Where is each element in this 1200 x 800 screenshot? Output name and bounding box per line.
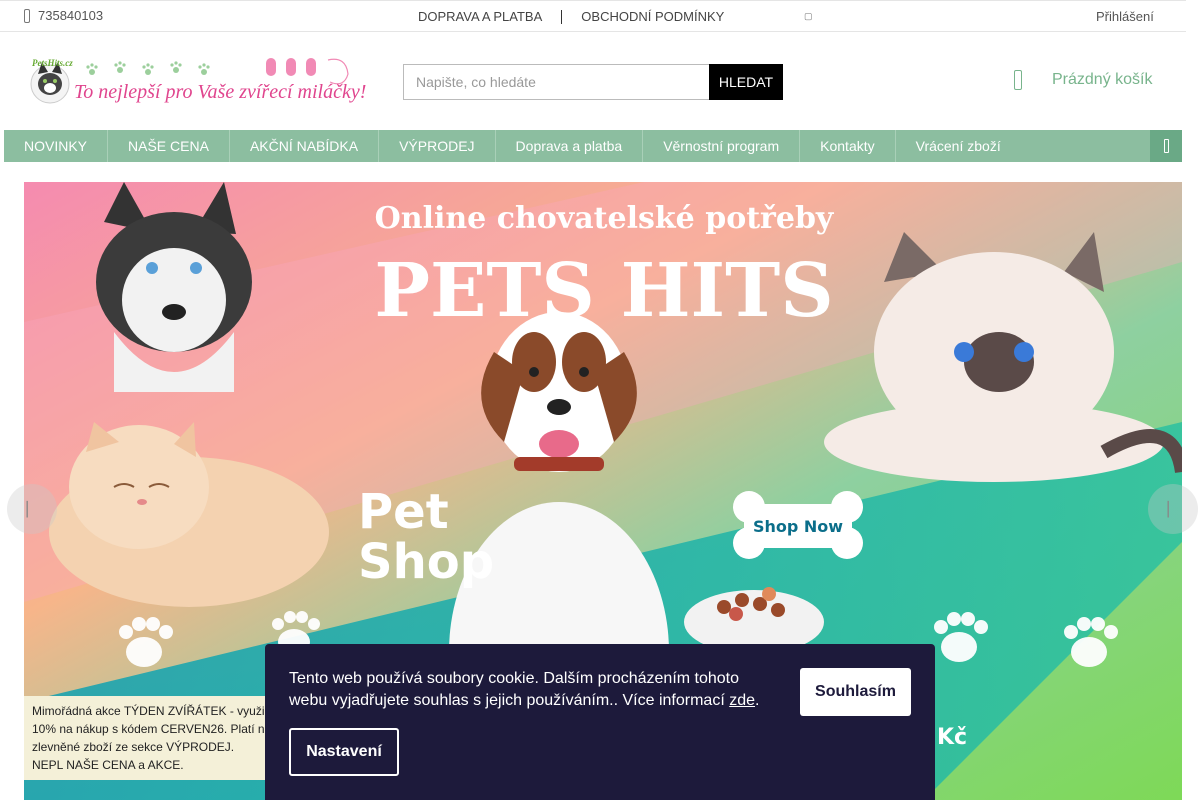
search-input[interactable] — [403, 64, 709, 100]
cookie-agree-button[interactable]: Souhlasím — [800, 668, 911, 716]
site-logo[interactable]: PetsHits.cz To nejlepší pro Vaše zvířecí… — [28, 50, 374, 112]
cart-label: Prázdný košík — [1052, 71, 1153, 88]
cookie-more-link[interactable]: zde — [729, 692, 755, 709]
cookie-settings-button[interactable]: Nastavení — [289, 728, 399, 776]
search-form: HLEDAT — [403, 64, 783, 100]
main-nav: NOVINKY NAŠE CENA AKČNÍ NABÍDKA VÝPRODEJ… — [4, 130, 1182, 162]
nav-item-nase-cena[interactable]: NAŠE CENA — [108, 130, 230, 162]
divider — [561, 9, 563, 24]
chevron-left-icon: ▏ — [26, 500, 38, 517]
top-link-shipping[interactable]: DOPRAVA A PLATBA — [418, 9, 542, 24]
slider-next-button[interactable]: ▏ — [1148, 484, 1198, 534]
phone-icon — [24, 8, 30, 23]
cookie-text: Tento web používá soubory cookie. Dalším… — [289, 668, 769, 712]
banner-pet-line2: Shop — [358, 534, 494, 590]
menu-icon — [1163, 139, 1169, 153]
banner-shop-now-label: Shop Now — [753, 517, 843, 536]
top-links: DOPRAVA A PLATBA OBCHODNÍ PODMÍNKY — [418, 9, 724, 24]
nav-item-vyprodej[interactable]: VÝPRODEJ — [379, 130, 496, 162]
nav-item-kontakty[interactable]: Kontakty — [800, 130, 896, 162]
cart-icon — [1014, 70, 1022, 90]
promo-notice: Mimořádná akce TÝDEN ZVÍŘÁTEK - využi 10… — [24, 696, 274, 780]
banner-headline-big: PETS HITS — [374, 248, 833, 334]
cookie-text-end: . — [755, 692, 760, 709]
cart-widget[interactable]: Prázdný košík — [1014, 70, 1152, 90]
login-link[interactable]: Přihlášení — [1096, 9, 1154, 24]
nav-item-vernostni-program[interactable]: Věrnostní program — [643, 130, 801, 162]
cookie-text-main: Tento web používá soubory cookie. Dalším… — [289, 670, 740, 709]
banner-pet-line1: Pet — [358, 484, 449, 540]
phone-contact[interactable]: 735840103 — [24, 8, 103, 23]
top-bar: 735840103 DOPRAVA A PLATBA OBCHODNÍ PODM… — [0, 0, 1186, 32]
banner-headline-small: Online chovatelské potřeby — [375, 201, 835, 236]
nav-item-akcni-nabidka[interactable]: AKČNÍ NABÍDKA — [230, 130, 380, 162]
nav-item-vraceni-zbozi[interactable]: Vrácení zboží — [896, 130, 1021, 162]
logo-tagline: To nejlepší pro Vaše zvířecí miláčky! — [74, 81, 366, 103]
chevron-right-icon: ▏ — [1167, 500, 1179, 517]
top-link-terms[interactable]: OBCHODNÍ PODMÍNKY — [581, 9, 724, 24]
nav-item-doprava[interactable]: Doprava a platba — [496, 130, 644, 162]
cookie-banner: Tento web používá soubory cookie. Dalším… — [265, 644, 935, 800]
slider-prev-button[interactable]: ▏ — [7, 484, 57, 534]
logo-brand: PetsHits.cz — [32, 58, 73, 68]
phone-number: 735840103 — [38, 8, 104, 23]
more-icon[interactable]: ▢ — [804, 11, 813, 22]
nav-item-novinky[interactable]: NOVINKY — [4, 130, 109, 162]
menu-toggle-button[interactable] — [1150, 130, 1182, 162]
search-button[interactable]: HLEDAT — [709, 64, 783, 100]
